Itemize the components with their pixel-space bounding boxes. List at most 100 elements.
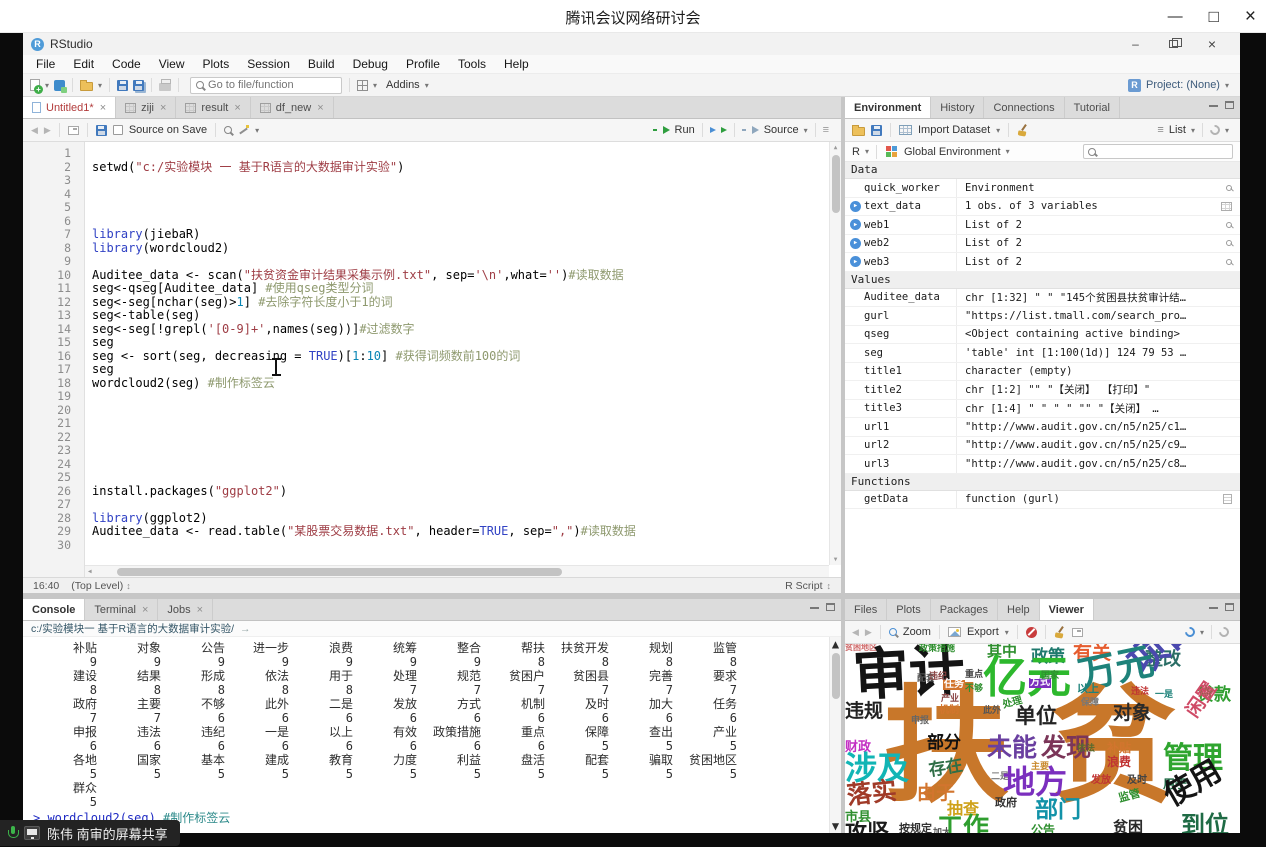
hscroll-thumb[interactable] (117, 568, 562, 576)
editor-body[interactable]: 1234567891011121314151617181920212223242… (23, 142, 841, 577)
env-row-url1[interactable]: url1"http://www.audit.gov.cn/n5/n25/c1… (845, 418, 1240, 437)
close-tab-icon[interactable]: × (234, 102, 240, 114)
run-button[interactable]: Run (675, 124, 695, 136)
file-type-indicator[interactable]: R Script (785, 580, 822, 592)
panes-caret-icon[interactable]: ▾ (373, 81, 377, 90)
new-project-icon[interactable] (54, 80, 65, 91)
print-icon[interactable] (159, 83, 171, 91)
refresh-caret-icon[interactable]: ▾ (1225, 126, 1229, 135)
env-row-text-data[interactable]: ▶text_data1 obs. of 3 variables (845, 198, 1240, 217)
env-row-web2[interactable]: ▶web2List of 2 (845, 235, 1240, 254)
viewer-tab-plots[interactable]: Plots (887, 599, 930, 620)
maximize-icon[interactable]: □ (1209, 8, 1219, 25)
env-row-gurl[interactable]: gurl"https://list.tmall.com/search_pro… (845, 307, 1240, 326)
menu-edit[interactable]: Edit (64, 57, 103, 71)
env-row-title3[interactable]: title3chr [1:4] " " " " "" "【关闭】 … (845, 400, 1240, 419)
viewer-tab-viewer[interactable]: Viewer (1040, 599, 1094, 620)
maximize-pane-icon[interactable] (1225, 603, 1234, 611)
env-row-title2[interactable]: title2chr [1:2] "" "【关闭】 【打印】" (845, 381, 1240, 400)
expand-icon[interactable]: ▶ (850, 256, 861, 267)
close-tab-icon[interactable]: × (197, 604, 203, 616)
viewer-back-icon[interactable]: ◀ (852, 627, 859, 638)
rerun-green-icon[interactable] (721, 127, 727, 133)
viewer-new-window-icon[interactable] (1072, 628, 1083, 637)
addins-caret-icon[interactable]: ▾ (425, 81, 429, 90)
document-outline-icon[interactable]: ≡ (823, 124, 829, 136)
env-row-web1[interactable]: ▶web1List of 2 (845, 216, 1240, 235)
expand-icon[interactable]: ▶ (850, 219, 861, 230)
menu-file[interactable]: File (27, 57, 64, 71)
refresh-icon[interactable] (1208, 123, 1222, 137)
environment-tab-tutorial[interactable]: Tutorial (1065, 97, 1120, 118)
close-tab-icon[interactable]: × (142, 604, 148, 616)
inspect-icon[interactable] (1226, 222, 1232, 228)
list-caret-icon[interactable]: ▾ (1191, 126, 1195, 135)
viewer-tab-packages[interactable]: Packages (931, 599, 998, 620)
back-icon[interactable]: ◀ (31, 125, 38, 136)
show-in-new-window-icon[interactable] (68, 126, 79, 135)
menu-help[interactable]: Help (495, 57, 538, 71)
environment-search-input[interactable] (1100, 144, 1220, 159)
view-table-icon[interactable] (1221, 202, 1232, 211)
close-tab-icon[interactable]: × (317, 102, 323, 114)
menu-code[interactable]: Code (103, 57, 150, 71)
source-icon[interactable] (752, 126, 759, 134)
editor-tab-df-new[interactable]: df_new× (251, 97, 334, 118)
find-replace-icon[interactable] (224, 126, 232, 134)
microphone-icon[interactable] (8, 826, 17, 840)
env-row-web3[interactable]: ▶web3List of 2 (845, 253, 1240, 272)
viewer-tab-files[interactable]: Files (845, 599, 887, 620)
minimize-pane-icon[interactable] (810, 606, 819, 609)
save-icon[interactable] (117, 80, 128, 91)
stop-icon[interactable] (1026, 627, 1037, 638)
workspace-panes-icon[interactable] (357, 80, 368, 91)
clear-objects-icon[interactable] (1017, 124, 1029, 136)
rerun-icon[interactable] (710, 127, 716, 133)
inspect-icon[interactable] (1226, 185, 1232, 191)
console-output[interactable]: 补贴对象公告进一步浪费统筹整合帮扶扶贫开发规划监管99999998888建设结果… (23, 637, 841, 833)
env-row-url3[interactable]: url3"http://www.audit.gov.cn/n5/n25/c8… (845, 455, 1240, 474)
window-restore-icon[interactable] (1169, 40, 1178, 48)
maximize-pane-icon[interactable] (1225, 101, 1234, 109)
project-caret-icon[interactable]: ▾ (1225, 81, 1229, 90)
source-caret-icon[interactable]: ▾ (804, 126, 808, 135)
export-button[interactable]: Export (967, 626, 999, 638)
minimize-pane-icon[interactable] (1209, 104, 1218, 107)
environment-selector[interactable]: Global Environment (904, 146, 1001, 158)
goto-file-box[interactable] (190, 77, 342, 94)
new-file-icon[interactable] (30, 79, 40, 91)
load-workspace-icon[interactable] (852, 127, 865, 136)
save-all-icon[interactable] (133, 80, 144, 91)
env-row-url2[interactable]: url2"http://www.audit.gov.cn/n5/n25/c9… (845, 437, 1240, 456)
source-button[interactable]: Source (764, 124, 799, 136)
window-minimize-icon[interactable]: – (1132, 37, 1139, 51)
inspect-icon[interactable] (1226, 259, 1232, 265)
env-row-qseg[interactable]: qseg<Object containing active binding> (845, 326, 1240, 345)
viewer-forward-icon[interactable]: ▶ (865, 627, 872, 638)
env-row-quick-worker[interactable]: quick_workerEnvironment (845, 179, 1240, 198)
editor-code[interactable]: setwd("c:/实验模块 一 基于R语言的大数据审计实验") library… (85, 142, 841, 577)
menu-debug[interactable]: Debug (344, 57, 397, 71)
code-tools-caret-icon[interactable]: ▾ (255, 126, 259, 135)
language-selector[interactable]: R (852, 146, 860, 158)
vscroll-thumb[interactable] (832, 155, 840, 213)
menu-profile[interactable]: Profile (397, 57, 449, 71)
editor-tab-result[interactable]: result× (176, 97, 250, 118)
open-file-caret-icon[interactable]: ▾ (98, 81, 102, 90)
addins-button[interactable]: Addins (386, 79, 420, 91)
sync-caret-icon[interactable]: ▾ (1200, 628, 1204, 637)
sync-icon[interactable] (1183, 625, 1197, 639)
window-close-icon[interactable]: × (1208, 36, 1216, 52)
import-caret-icon[interactable]: ▾ (996, 126, 1000, 135)
code-tools-icon[interactable] (238, 125, 249, 136)
env-row-getdata[interactable]: getDatafunction (gurl) (845, 491, 1240, 510)
editor-tab-untitled1[interactable]: Untitled1*× (23, 97, 116, 118)
viewer-tab-help[interactable]: Help (998, 599, 1040, 620)
clear-viewer-icon[interactable] (1054, 626, 1066, 638)
editor-hscrollbar[interactable]: ◀ (85, 565, 829, 577)
zoom-button[interactable]: Zoom (903, 626, 931, 638)
env-row-seg[interactable]: seg'table' int [1:100(1d)] 124 79 53 … (845, 344, 1240, 363)
view-function-icon[interactable] (1223, 494, 1232, 504)
minimize-pane-icon[interactable] (1209, 606, 1218, 609)
env-row-auditee-data[interactable]: Auditee_datachr [1:32] " " "145个贫困县扶贫审计结… (845, 289, 1240, 308)
